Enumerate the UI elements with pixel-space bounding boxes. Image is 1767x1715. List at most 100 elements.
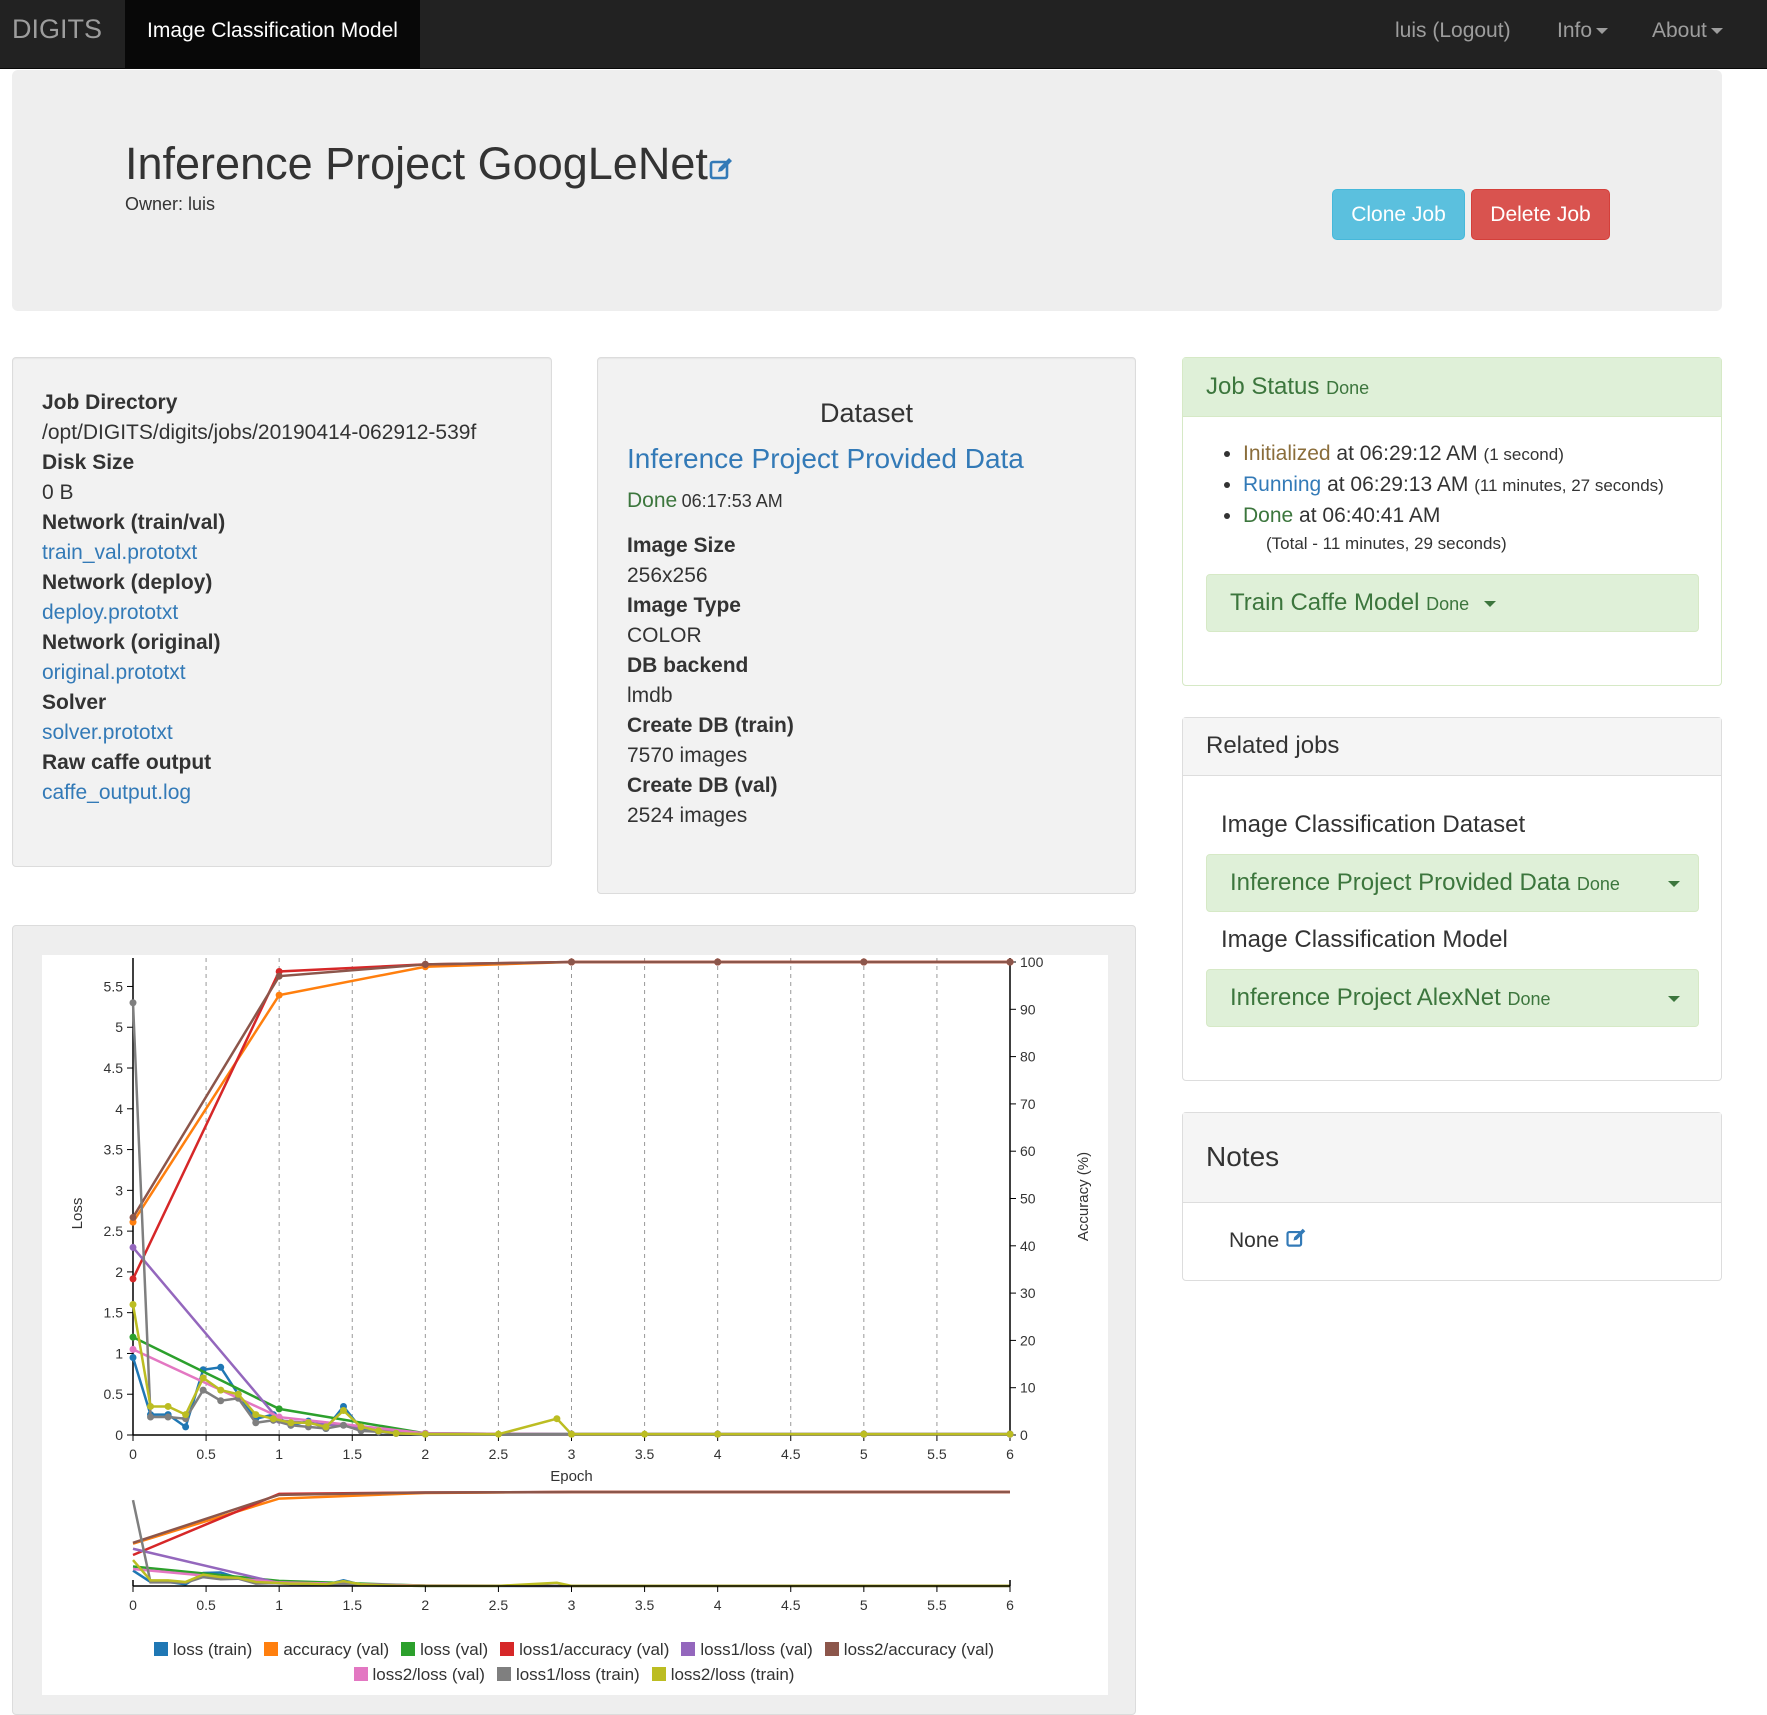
legend-label: loss2/accuracy (val) xyxy=(843,1640,995,1659)
overview-x-tick-label: 6 xyxy=(1006,1597,1014,1613)
y2-tick-label: 40 xyxy=(1020,1238,1036,1254)
x-tick-label: 2.5 xyxy=(489,1446,509,1462)
legend-swatch xyxy=(153,1642,168,1656)
legend-item[interactable]: loss1/loss (train) xyxy=(496,1665,640,1685)
data-point xyxy=(164,1413,172,1421)
y2-tick-label: 90 xyxy=(1020,1001,1036,1017)
x-tick-label: 5.5 xyxy=(927,1446,947,1462)
data-point xyxy=(714,958,722,966)
legend-item[interactable]: loss2/accuracy (val) xyxy=(824,1640,995,1660)
data-point xyxy=(860,1430,868,1438)
legend-label: loss1/accuracy (val) xyxy=(519,1640,670,1659)
data-point xyxy=(252,1419,260,1427)
data-point xyxy=(199,1386,207,1394)
y-tick-label: 3.5 xyxy=(104,1142,124,1158)
x-tick-label: 1 xyxy=(275,1446,283,1462)
data-point xyxy=(164,1402,172,1410)
legend-swatch xyxy=(681,1642,696,1656)
x-tick-label: 0.5 xyxy=(196,1446,216,1462)
y-tick-label: 4.5 xyxy=(104,1060,124,1076)
y-tick-label: 5 xyxy=(115,1019,123,1035)
data-point xyxy=(714,1430,722,1438)
data-point xyxy=(129,1275,137,1283)
data-point xyxy=(1006,1430,1014,1438)
data-point xyxy=(129,1354,137,1362)
overview-x-tick-label: 1 xyxy=(275,1597,283,1613)
data-point xyxy=(129,1345,137,1353)
y-tick-label: 3 xyxy=(115,1182,123,1198)
legend-swatch xyxy=(264,1642,279,1656)
overview-x-tick-label: 5.5 xyxy=(927,1597,947,1613)
data-point xyxy=(129,1333,137,1341)
data-point xyxy=(494,1430,502,1438)
overview-x-tick-label: 3.5 xyxy=(635,1597,655,1613)
data-point xyxy=(421,960,429,968)
y-tick-label: 1 xyxy=(115,1345,123,1361)
y2-tick-label: 30 xyxy=(1020,1285,1036,1301)
overview-x-tick-label: 1.5 xyxy=(343,1597,363,1613)
data-point xyxy=(199,1374,207,1382)
legend-label: loss2/loss (train) xyxy=(670,1665,795,1684)
legend-swatch xyxy=(500,1642,515,1656)
legend-item[interactable]: loss2/loss (val) xyxy=(353,1665,485,1685)
y-tick-label: 2.5 xyxy=(104,1223,124,1239)
x-tick-label: 6 xyxy=(1006,1446,1014,1462)
y-tick-label: 2 xyxy=(115,1264,123,1280)
legend-swatch xyxy=(353,1667,368,1681)
data-point xyxy=(182,1411,190,1419)
legend-swatch xyxy=(401,1642,416,1656)
data-point xyxy=(275,991,283,999)
overview-x-tick-label: 0.5 xyxy=(196,1597,216,1613)
overview-x-tick-label: 2 xyxy=(421,1597,429,1613)
data-point xyxy=(322,1423,330,1431)
data-point xyxy=(375,1427,383,1435)
data-point xyxy=(641,1430,649,1438)
x-tick-label: 0 xyxy=(129,1446,137,1462)
data-point xyxy=(147,1413,155,1421)
legend-item[interactable]: loss1/loss (val) xyxy=(681,1640,813,1660)
data-point xyxy=(234,1390,242,1398)
data-point xyxy=(392,1429,400,1437)
legend-swatch xyxy=(496,1667,511,1681)
overview-x-tick-label: 0 xyxy=(129,1597,137,1613)
x-tick-label: 4.5 xyxy=(781,1446,801,1462)
y-tick-label: 1.5 xyxy=(104,1305,124,1321)
legend-item[interactable]: loss2/loss (train) xyxy=(651,1665,795,1685)
y2-tick-label: 80 xyxy=(1020,1049,1036,1065)
legend-item[interactable]: loss (train) xyxy=(153,1640,253,1660)
data-point xyxy=(129,1243,137,1251)
x-tick-label: 1.5 xyxy=(343,1446,363,1462)
data-point xyxy=(217,1397,225,1405)
legend-label: accuracy (val) xyxy=(283,1640,390,1659)
legend-label: loss (train) xyxy=(172,1640,253,1659)
legend-item[interactable]: loss (val) xyxy=(401,1640,488,1660)
overview-x-tick-label: 5 xyxy=(860,1597,868,1613)
y2-tick-label: 20 xyxy=(1020,1332,1036,1348)
chart-legend-row-1: loss (train) accuracy (val) loss (val) loss… xyxy=(12,1640,1136,1660)
legend-label: loss (val) xyxy=(420,1640,489,1659)
x-axis-label: Epoch xyxy=(550,1468,593,1485)
y-tick-label: 0 xyxy=(115,1427,123,1443)
data-point xyxy=(129,1301,137,1309)
data-point xyxy=(182,1423,190,1431)
data-point xyxy=(269,1415,277,1423)
data-point xyxy=(147,1402,155,1410)
data-point xyxy=(275,1405,283,1413)
data-point xyxy=(217,1363,225,1371)
data-point xyxy=(421,1430,429,1438)
data-point xyxy=(275,972,283,980)
data-point xyxy=(217,1386,225,1394)
x-tick-label: 2 xyxy=(421,1446,429,1462)
legend-label: loss2/loss (val) xyxy=(372,1665,485,1684)
training-chart[interactable]: 0 0.5 1 1.5 2 2.5 3 3.5 4 4.5 5 5.5 6 0 0.5 1 1.5 2 2.5 3 3.… xyxy=(0,0,1767,1703)
y-tick-label: 4 xyxy=(115,1101,123,1117)
data-point xyxy=(339,1421,347,1429)
legend-item[interactable]: loss1/accuracy (val) xyxy=(500,1640,669,1660)
legend-item[interactable]: accuracy (val) xyxy=(264,1640,389,1660)
data-point xyxy=(553,1415,561,1423)
x-tick-label: 3 xyxy=(568,1446,576,1462)
data-point xyxy=(1006,958,1014,966)
data-point xyxy=(287,1419,295,1427)
x-tick-label: 4 xyxy=(714,1446,722,1462)
data-point xyxy=(568,1430,575,1438)
